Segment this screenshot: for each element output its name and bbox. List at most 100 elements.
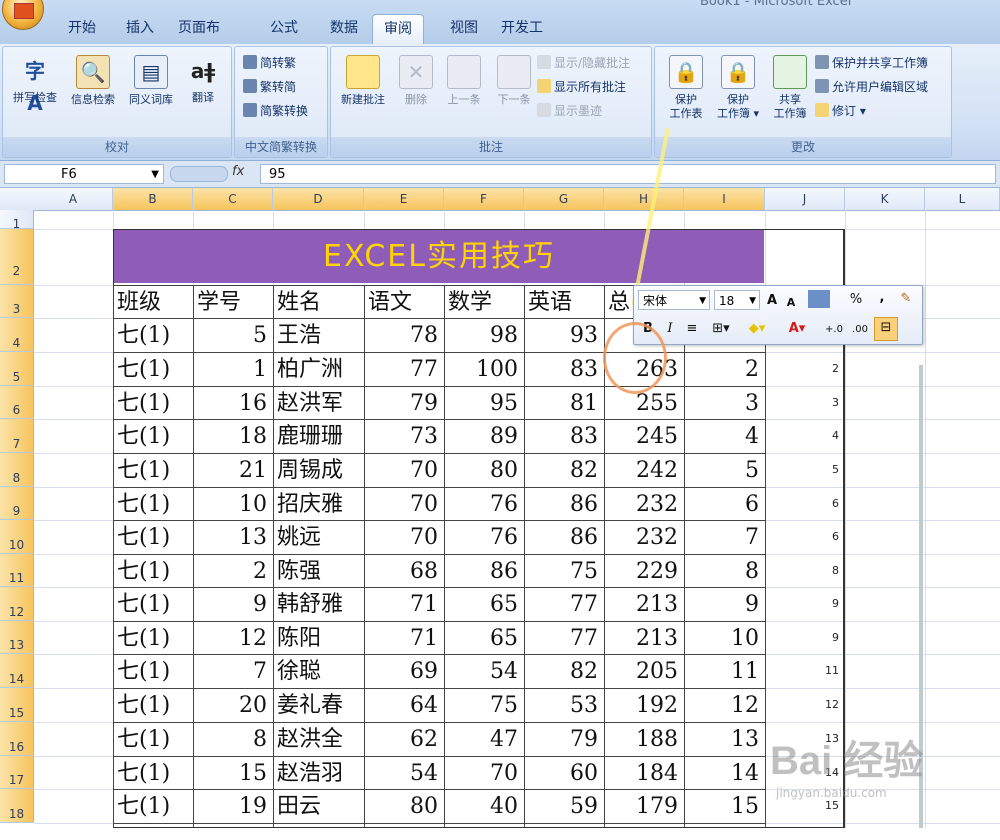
cell-class[interactable]: 七(1) — [117, 489, 187, 520]
cell-english[interactable]: 82 — [528, 455, 598, 487]
cell-class[interactable]: 七(1) — [117, 354, 187, 386]
cell-total[interactable]: 192 — [608, 690, 678, 722]
cell-math[interactable]: 75 — [448, 690, 518, 722]
increase-decimal-button[interactable]: +.0 — [822, 320, 846, 340]
cell-chinese[interactable]: 64 — [368, 690, 438, 722]
column-header-F[interactable]: F — [444, 188, 524, 210]
cell-rank[interactable]: 15 — [688, 791, 759, 823]
cell-class[interactable]: 七(1) — [117, 589, 187, 621]
cell-math[interactable]: 65 — [448, 623, 518, 654]
cell-chinese[interactable]: 70 — [368, 489, 438, 520]
row-header-6[interactable]: 6 — [0, 386, 34, 419]
row-header-15[interactable]: 15 — [0, 688, 34, 722]
cell-class[interactable]: 七(1) — [117, 455, 187, 487]
protect-share-button[interactable]: 保护并共享工作簿 — [815, 53, 928, 73]
cell-rank[interactable]: 13 — [688, 724, 759, 756]
row-header-10[interactable]: 10 — [0, 520, 34, 554]
cell-j[interactable]: 8 — [767, 564, 839, 577]
office-button[interactable] — [2, 0, 44, 30]
tab-1[interactable]: 插入 — [118, 14, 162, 42]
row-header-8[interactable]: 8 — [0, 453, 34, 487]
row-header-7[interactable]: 7 — [0, 419, 34, 453]
cell-class[interactable]: 七(1) — [117, 690, 187, 722]
font-size-select[interactable]: 18 ▼ — [714, 290, 760, 310]
cell-j[interactable]: 11 — [767, 664, 839, 677]
tab-7[interactable]: 开发工具 — [500, 14, 544, 64]
cell-name[interactable]: 徐聪 — [277, 656, 358, 688]
header-cell[interactable]: 英语 — [528, 287, 598, 318]
cell-rank[interactable]: 4 — [688, 421, 759, 453]
cell-english[interactable]: 79 — [528, 724, 598, 756]
cell-math[interactable]: 86 — [448, 556, 518, 587]
cell-class[interactable]: 七(1) — [117, 320, 187, 352]
cell-name[interactable]: 田云 — [277, 791, 358, 823]
column-header-D[interactable]: D — [273, 188, 364, 210]
cell-id[interactable]: 20 — [197, 690, 267, 722]
cell-math[interactable]: 47 — [448, 724, 518, 756]
formula-bar-expander[interactable] — [170, 166, 228, 182]
cell-math[interactable]: 70 — [448, 758, 518, 789]
cell-chinese[interactable]: 71 — [368, 623, 438, 654]
tab-0[interactable]: 开始 — [60, 14, 104, 42]
cell-id[interactable]: 1 — [197, 354, 267, 386]
cell-j[interactable]: 12 — [767, 698, 839, 711]
tab-5[interactable]: 审阅 — [372, 14, 424, 45]
column-header-L[interactable]: L — [925, 188, 1000, 210]
cell-name[interactable]: 陈阳 — [277, 623, 358, 654]
cell-english[interactable]: 83 — [528, 354, 598, 386]
row-header-1[interactable]: 1 — [0, 210, 34, 231]
cell-english[interactable]: 82 — [528, 656, 598, 688]
cell-rank[interactable]: 3 — [688, 388, 759, 419]
column-header-H[interactable]: H — [604, 188, 684, 210]
cell-english[interactable]: 77 — [528, 623, 598, 654]
header-cell[interactable]: 学号 — [197, 287, 267, 318]
cell-chinese[interactable]: 71 — [368, 589, 438, 621]
row-header-12[interactable]: 12 — [0, 587, 34, 621]
cell-j[interactable]: 9 — [767, 597, 839, 610]
tab-4[interactable]: 数据 — [322, 14, 366, 42]
cell-rank[interactable]: 7 — [688, 522, 759, 554]
column-header-B[interactable]: B — [113, 188, 193, 210]
cell-class[interactable]: 七(1) — [117, 791, 187, 823]
cell-math[interactable]: 98 — [448, 320, 518, 352]
row-header-9[interactable]: 9 — [0, 487, 34, 520]
cell-total[interactable]: 229 — [608, 556, 678, 587]
cell-j[interactable]: 6 — [767, 530, 839, 543]
cell-english[interactable]: 81 — [528, 388, 598, 419]
name-box[interactable]: F6 ▼ — [4, 164, 164, 184]
chevron-down-icon[interactable]: ▼ — [151, 165, 159, 185]
header-cell[interactable]: 数学 — [448, 287, 518, 318]
cell-id[interactable]: 7 — [197, 656, 267, 688]
cell-class[interactable]: 七(1) — [117, 556, 187, 587]
cell-id[interactable]: 5 — [197, 320, 267, 352]
cell-rank[interactable]: 11 — [688, 656, 759, 688]
comma-style-button[interactable]: , — [876, 288, 888, 308]
column-header-J[interactable]: J — [765, 188, 845, 210]
row-header-4[interactable]: 4 — [0, 318, 34, 352]
cell-english[interactable]: 53 — [528, 690, 598, 722]
cell-total[interactable]: 179 — [608, 791, 678, 823]
protect-sheet-button[interactable]: 🔒 保护 工作表 — [659, 55, 713, 121]
tab-3[interactable]: 公式 — [262, 14, 306, 42]
cell-chinese[interactable]: 54 — [368, 758, 438, 789]
cell-english[interactable]: 60 — [528, 758, 598, 789]
cell-total[interactable]: 213 — [608, 589, 678, 621]
cell-j[interactable]: 4 — [767, 429, 839, 442]
cell-class[interactable]: 七(1) — [117, 656, 187, 688]
grow-font-icon[interactable]: A — [764, 291, 780, 311]
shrink-font-icon[interactable]: A — [784, 293, 798, 313]
italic-button[interactable]: I — [662, 319, 678, 339]
cell-english[interactable]: 86 — [528, 489, 598, 520]
cell-name[interactable]: 招庆雅 — [277, 489, 358, 520]
cell-id[interactable]: 15 — [197, 758, 267, 789]
cell-name[interactable]: 王浩 — [277, 320, 358, 352]
thesaurus-button[interactable]: ▤ 同义词库 — [123, 55, 179, 107]
cell-english[interactable]: 75 — [528, 556, 598, 587]
borders-icon[interactable]: ⊞▾ — [708, 319, 734, 339]
row-header-13[interactable]: 13 — [0, 621, 34, 654]
protect-workbook-button[interactable]: 🔒 保护 工作簿 ▾ — [711, 55, 765, 121]
cell-chinese[interactable]: 70 — [368, 455, 438, 487]
cell-class[interactable]: 七(1) — [117, 522, 187, 554]
show-all-comments-button[interactable]: 显示所有批注 — [537, 77, 626, 97]
cell-rank[interactable]: 6 — [688, 489, 759, 520]
